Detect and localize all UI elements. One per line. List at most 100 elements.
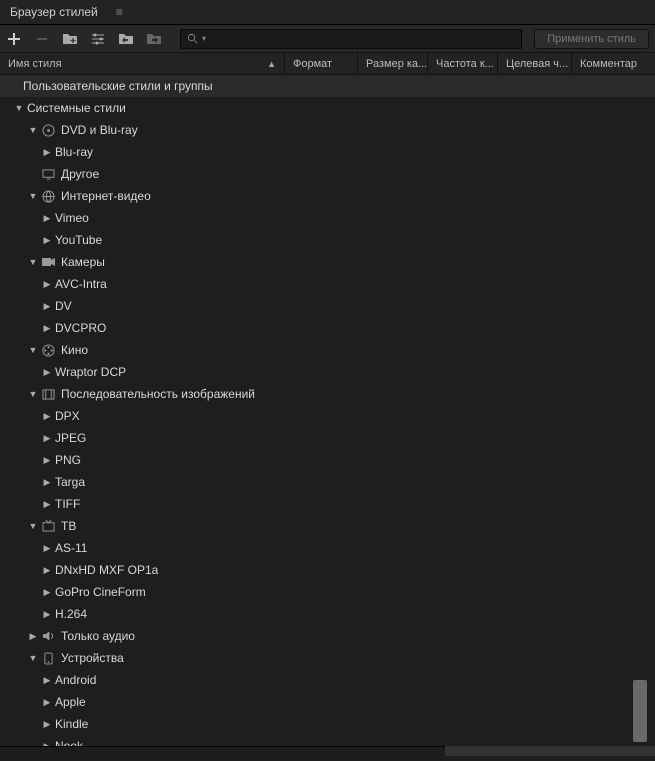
chevron-down-icon[interactable]: ▼ [28, 521, 38, 531]
chevron-right-icon[interactable]: ▶ [42, 367, 52, 377]
chevron-right-icon[interactable]: ▶ [42, 433, 52, 443]
tree-item-label: AVC-Intra [55, 277, 107, 291]
chevron-right-icon[interactable]: ▶ [42, 455, 52, 465]
column-size[interactable]: Размер ка... [358, 53, 428, 74]
new-preset-icon[interactable] [6, 31, 22, 47]
chevron-right-icon[interactable]: ▶ [42, 697, 52, 707]
import-icon[interactable] [118, 31, 134, 47]
frames-icon [41, 387, 56, 402]
tree-item[interactable]: ▶GoPro CineForm [0, 581, 655, 603]
tree-item-label: Kindle [55, 717, 88, 731]
tree-item[interactable]: ▶TIFF [0, 493, 655, 515]
apply-style-button[interactable]: Применить стиль [534, 29, 649, 49]
tree-item[interactable]: ▶DPX [0, 405, 655, 427]
tree-item[interactable]: Другое [0, 163, 655, 185]
tree-item[interactable]: ▼ Последовательность изображений [0, 383, 655, 405]
chevron-right-icon[interactable]: ▶ [42, 499, 52, 509]
tree-item[interactable]: ▼ Устройства [0, 647, 655, 669]
tree-item[interactable]: ▶DV [0, 295, 655, 317]
column-target[interactable]: Целевая ч... [498, 53, 572, 74]
tree-item-label: DV [55, 299, 72, 313]
chevron-right-icon[interactable]: ▶ [42, 301, 52, 311]
tree-item[interactable]: ▶DVCPRO [0, 317, 655, 339]
column-format[interactable]: Формат [285, 53, 358, 74]
tree-item-label: DNxHD MXF OP1a [55, 563, 158, 577]
tree-item[interactable]: ▶H.264 [0, 603, 655, 625]
tree-item-label: H.264 [55, 607, 87, 621]
tree-item-label: Targa [55, 475, 85, 489]
tree-item-label: Только аудио [61, 629, 135, 643]
chevron-down-icon[interactable]: ▼ [28, 345, 38, 355]
column-rate[interactable]: Частота к... [428, 53, 498, 74]
tree-item[interactable]: ▶ Только аудио [0, 625, 655, 647]
bottom-scroll-thumb[interactable] [445, 746, 655, 756]
tree-item[interactable]: ▶Targa [0, 471, 655, 493]
tree-item[interactable]: ▶Blu-ray [0, 141, 655, 163]
tree-item[interactable]: ▶Android [0, 669, 655, 691]
tree-item-label: Интернет-видео [61, 189, 151, 203]
chevron-down-icon[interactable]: ▼ [28, 389, 38, 399]
tree-item[interactable]: ▶Wraptor DCP [0, 361, 655, 383]
chevron-right-icon[interactable]: ▶ [42, 543, 52, 553]
panel-menu-icon[interactable]: ≡ [116, 5, 123, 19]
tree-item[interactable]: ▼ Камеры [0, 251, 655, 273]
tree-item[interactable]: ▼ТВ [0, 515, 655, 537]
chevron-down-icon[interactable]: ▼ [14, 103, 24, 113]
panel-title: Браузер стилей [10, 5, 98, 19]
tree-item-label: YouTube [55, 233, 102, 247]
tv-icon [41, 519, 56, 534]
tree-item[interactable]: ▼ DVD и Blu-ray [0, 119, 655, 141]
chevron-right-icon[interactable]: ▶ [42, 477, 52, 487]
tree-item[interactable]: ▶YouTube [0, 229, 655, 251]
delete-preset-icon[interactable] [34, 31, 50, 47]
speaker-icon [41, 629, 56, 644]
settings-icon[interactable] [90, 31, 106, 47]
column-name[interactable]: Имя стиля ▲ [0, 53, 285, 74]
chevron-right-icon[interactable]: ▶ [42, 323, 52, 333]
tree-item-label: TIFF [55, 497, 80, 511]
tree-item[interactable]: ▶Apple [0, 691, 655, 713]
disc-icon [41, 123, 56, 138]
tree-item[interactable]: ▶AVC-Intra [0, 273, 655, 295]
new-group-icon[interactable] [62, 31, 78, 47]
search-input[interactable]: ▾ [180, 29, 522, 49]
tree-item[interactable]: ▶AS-11 [0, 537, 655, 559]
chevron-right-icon[interactable]: ▶ [42, 565, 52, 575]
tree-item[interactable]: ▶JPEG [0, 427, 655, 449]
tree-item[interactable]: ▶Vimeo [0, 207, 655, 229]
scrollbar-thumb[interactable] [633, 680, 647, 742]
tree-item-label: Последовательность изображений [61, 387, 255, 401]
chevron-right-icon[interactable]: ▶ [42, 587, 52, 597]
tree-item[interactable]: ▶Kindle [0, 713, 655, 735]
export-icon[interactable] [146, 31, 162, 47]
user-styles-group[interactable]: Пользовательские стили и группы [0, 75, 655, 97]
tree-item[interactable]: ▼ Интернет-видео [0, 185, 655, 207]
tree-item[interactable]: ▼ Кино [0, 339, 655, 361]
chevron-right-icon[interactable]: ▶ [42, 411, 52, 421]
chevron-down-icon[interactable]: ▼ [28, 653, 38, 663]
tree-item-label: DVCPRO [55, 321, 106, 335]
chevron-right-icon[interactable]: ▶ [42, 609, 52, 619]
chevron-down-icon[interactable]: ▼ [28, 125, 38, 135]
monitor-icon [41, 167, 56, 182]
chevron-down-icon[interactable]: ▼ [28, 191, 38, 201]
tree-item-label: Камеры [61, 255, 105, 269]
chevron-right-icon[interactable]: ▶ [42, 279, 52, 289]
chevron-right-icon[interactable]: ▶ [42, 235, 52, 245]
tree-item-label: Кино [61, 343, 88, 357]
tree-item[interactable]: ▶DNxHD MXF OP1a [0, 559, 655, 581]
tree-item-label: PNG [55, 453, 81, 467]
chevron-right-icon[interactable]: ▶ [42, 675, 52, 685]
chevron-right-icon[interactable]: ▶ [42, 719, 52, 729]
tree-item-label: JPEG [55, 431, 86, 445]
chevron-right-icon[interactable]: ▶ [42, 147, 52, 157]
system-styles-group[interactable]: ▼ Системные стили [0, 97, 655, 119]
tree-item[interactable]: ▶PNG [0, 449, 655, 471]
chevron-down-icon[interactable]: ▼ [28, 257, 38, 267]
column-comment[interactable]: Комментар [572, 53, 655, 74]
tree-item-label: Apple [55, 695, 86, 709]
tree-item-label: Устройства [61, 651, 124, 665]
chevron-right-icon[interactable]: ▶ [28, 631, 38, 641]
chevron-right-icon[interactable]: ▶ [42, 213, 52, 223]
tree-item-label: DVD и Blu-ray [61, 123, 138, 137]
